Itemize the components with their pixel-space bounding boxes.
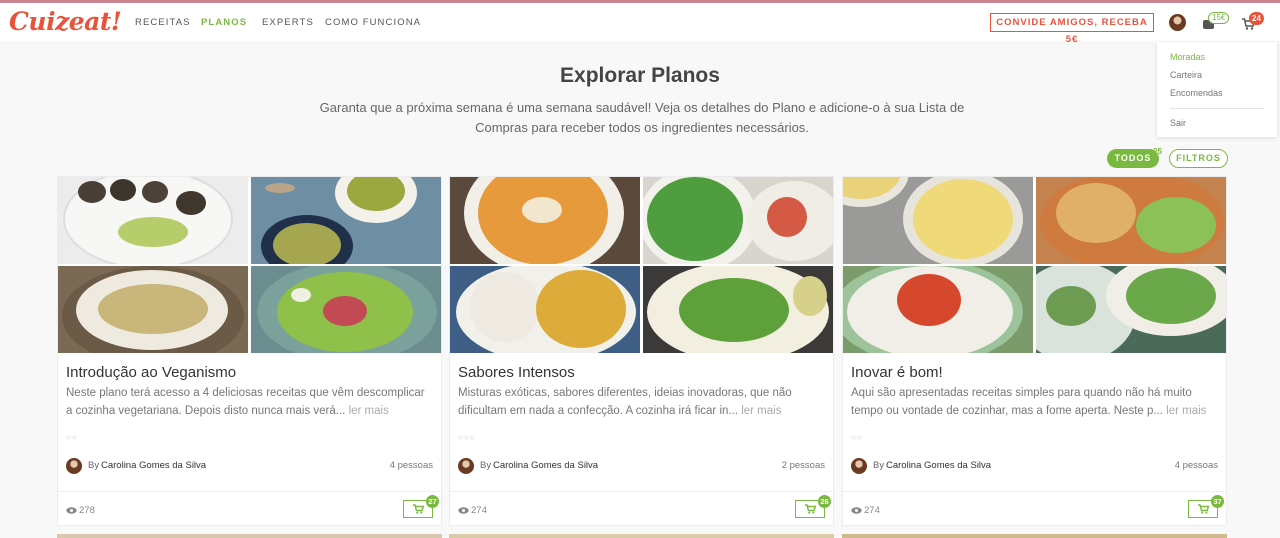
top-navbar: Cuizeat! RECEITAS PLANOS EXPERTS COMO FU… xyxy=(0,3,1280,45)
recipe-image xyxy=(251,177,441,264)
recipe-image xyxy=(450,266,640,353)
cart-count-badge: 37 xyxy=(1211,495,1224,508)
plan-title[interactable]: Introdução ao Veganismo xyxy=(66,364,236,381)
rating-dots: ○○○ xyxy=(458,433,476,442)
recipe-image xyxy=(843,266,1033,353)
plan-card-next-row xyxy=(57,534,442,538)
view-count-value: 274 xyxy=(864,505,880,516)
invite-friends-button[interactable]: CONVIDE AMIGOS, RECEBA 5€ xyxy=(990,13,1154,45)
wallet-balance-badge: 15€ xyxy=(1208,12,1230,24)
by-label: By xyxy=(88,460,100,471)
servings: 2 pessoas xyxy=(781,460,825,471)
by-label: By xyxy=(480,460,492,471)
cart-count-badge: 24 xyxy=(1249,12,1264,25)
recipe-image xyxy=(843,177,1033,264)
recipe-image xyxy=(251,266,441,353)
card-divider xyxy=(450,491,833,492)
plan-title[interactable]: Sabores Intensos xyxy=(458,364,575,381)
recipe-image xyxy=(450,177,640,264)
nav-planos[interactable]: PLANOS xyxy=(201,17,247,28)
cart-icon xyxy=(1198,504,1209,514)
card-divider xyxy=(843,491,1226,492)
plan-card[interactable]: Sabores Intensos Misturas exóticas, sabo… xyxy=(449,176,834,526)
by-label: By xyxy=(873,460,885,471)
eye-icon xyxy=(66,507,77,514)
plan-title[interactable]: Inovar é bom! xyxy=(851,364,943,381)
filter-todos-button[interactable]: TODOS xyxy=(1107,149,1159,168)
author-avatar xyxy=(458,458,474,474)
rating-dots: ○○ xyxy=(851,433,863,442)
menu-item-moradas[interactable]: Moradas xyxy=(1170,52,1205,62)
page-title: Explorar Planos xyxy=(560,64,720,87)
view-count: 278 xyxy=(66,505,95,516)
menu-divider xyxy=(1170,108,1264,109)
read-more-link[interactable]: ler mais xyxy=(1166,405,1206,417)
author-name[interactable]: Carolina Gomes da Silva xyxy=(101,460,206,471)
eye-icon xyxy=(851,507,862,514)
nav-receitas[interactable]: RECEITAS xyxy=(135,17,191,28)
cart-count-badge: 26 xyxy=(818,495,831,508)
todos-count-badge: 25 xyxy=(1153,147,1162,156)
eye-icon xyxy=(458,507,469,514)
cart-icon xyxy=(805,504,816,514)
plan-description: Neste plano terá acesso a 4 deliciosas r… xyxy=(66,385,434,420)
recipe-image xyxy=(643,177,833,264)
author-name[interactable]: Carolina Gomes da Silva xyxy=(493,460,598,471)
author-avatar xyxy=(66,458,82,474)
plan-description-text: Aqui são apresentadas receitas simples p… xyxy=(851,387,1192,417)
author-name[interactable]: Carolina Gomes da Silva xyxy=(886,460,991,471)
page-subtitle: Garanta que a próxima semana é uma seman… xyxy=(319,100,965,135)
author-avatar xyxy=(851,458,867,474)
recipe-image xyxy=(58,266,248,353)
recipe-image xyxy=(1036,266,1226,353)
menu-item-encomendas[interactable]: Encomendas xyxy=(1170,88,1223,98)
cart-icon xyxy=(413,504,424,514)
cuizeat-logo[interactable]: Cuizeat! xyxy=(9,7,122,36)
card-divider xyxy=(58,491,441,492)
servings: 4 pessoas xyxy=(389,460,433,471)
view-count: 274 xyxy=(851,505,880,516)
view-count-value: 278 xyxy=(79,505,95,516)
nav-experts[interactable]: EXPERTS xyxy=(262,17,314,28)
plan-card-next-row xyxy=(842,534,1227,538)
user-dropdown-menu: Moradas Carteira Encomendas Sair xyxy=(1157,42,1277,137)
servings: 4 pessoas xyxy=(1174,460,1218,471)
plan-card-next-row xyxy=(449,534,834,538)
plan-description: Misturas exóticas, sabores diferentes, i… xyxy=(458,385,826,420)
recipe-image xyxy=(58,177,248,264)
read-more-link[interactable]: ler mais xyxy=(349,405,389,417)
view-count-value: 274 xyxy=(471,505,487,516)
cart-count-badge: 27 xyxy=(426,495,439,508)
plan-card[interactable]: Introdução ao Veganismo Neste plano terá… xyxy=(57,176,442,526)
nav-como-funciona[interactable]: COMO FUNCIONA xyxy=(325,17,421,28)
read-more-link[interactable]: ler mais xyxy=(741,405,781,417)
recipe-image xyxy=(643,266,833,353)
view-count: 274 xyxy=(458,505,487,516)
plan-card[interactable]: Inovar é bom! Aqui são apresentadas rece… xyxy=(842,176,1227,526)
plan-description: Aqui são apresentadas receitas simples p… xyxy=(851,385,1219,420)
rating-dots: ○○ xyxy=(66,433,78,442)
menu-item-sair[interactable]: Sair xyxy=(1170,118,1186,128)
filtros-button[interactable]: FILTROS xyxy=(1169,149,1228,168)
user-avatar[interactable] xyxy=(1169,14,1186,31)
recipe-image xyxy=(1036,177,1226,264)
